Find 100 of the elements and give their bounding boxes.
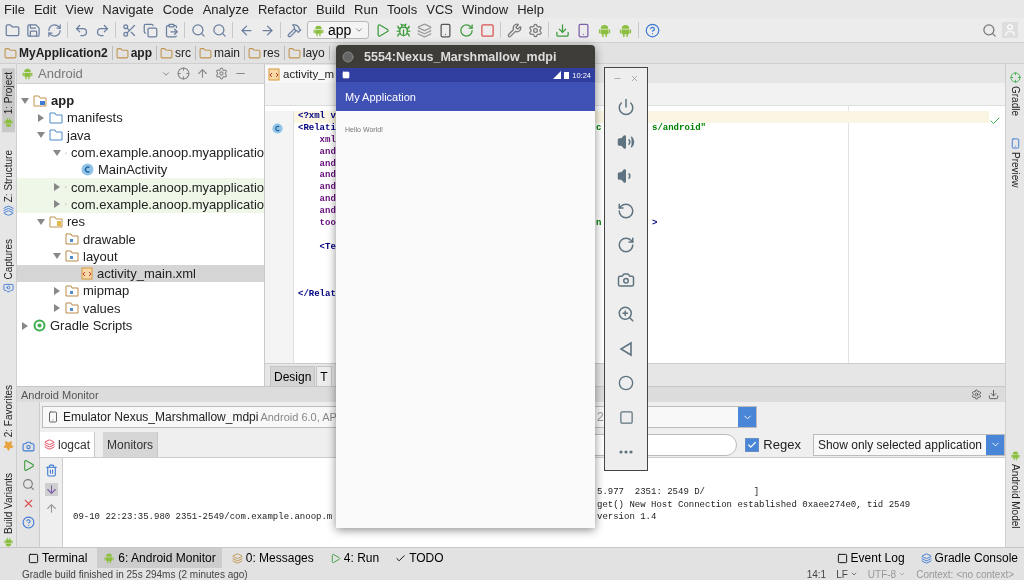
cut-icon[interactable] — [121, 22, 137, 38]
search-icon[interactable] — [21, 478, 35, 491]
monitor-tab[interactable]: logcat — [40, 432, 96, 457]
tree-item[interactable]: com.example.anoop.myapplicatio — [17, 178, 264, 196]
expanded-arrow-icon[interactable] — [37, 217, 45, 226]
monitor-tab[interactable]: Monitors — [103, 432, 159, 457]
tool-window-button[interactable]: 6: Android Monitor — [97, 548, 222, 568]
android-monitor-icon[interactable] — [596, 22, 613, 38]
menu-item[interactable]: Code — [162, 1, 194, 17]
back-icon[interactable] — [238, 22, 254, 38]
save-icon[interactable] — [25, 22, 41, 38]
menu-item[interactable]: VCS — [426, 1, 453, 17]
expanded-arrow-icon[interactable] — [21, 96, 29, 105]
menu-item[interactable]: Navigate — [102, 1, 154, 17]
tree-item[interactable]: res — [17, 213, 264, 231]
tool-window-tab[interactable]: Android Model — [1008, 445, 1022, 533]
help-icon[interactable] — [21, 516, 35, 529]
android-icon[interactable] — [617, 22, 634, 38]
open-folder-icon[interactable] — [4, 22, 20, 38]
tool-window-tab[interactable]: 1: Project — [1, 68, 15, 133]
stop-icon[interactable] — [479, 22, 496, 38]
breadcrumb[interactable]: MyApplication2 — [4, 46, 113, 60]
settings-icon[interactable] — [215, 67, 228, 80]
editor-mode-tab[interactable]: T — [316, 366, 332, 386]
apply-changes-icon[interactable] — [458, 22, 475, 38]
forward-icon[interactable] — [259, 22, 275, 38]
menu-item[interactable]: Analyze — [202, 1, 249, 17]
menu-item[interactable]: Edit — [33, 1, 57, 17]
signal-icon — [553, 71, 562, 79]
up-icon[interactable] — [44, 502, 58, 515]
breadcrumb[interactable]: src — [160, 46, 197, 60]
tree-item[interactable]: Gradle Scripts — [17, 316, 264, 335]
menu-item[interactable]: Run — [354, 1, 378, 17]
menu-item[interactable]: Window — [461, 1, 509, 17]
tool-window-tab[interactable]: Build Variants — [1, 469, 15, 553]
expanded-arrow-icon[interactable] — [53, 252, 61, 261]
collapsed-arrow-icon[interactable] — [37, 113, 45, 122]
help-icon[interactable] — [644, 22, 661, 38]
build-icon[interactable] — [286, 22, 302, 38]
tree-item[interactable]: activity_main.xml — [17, 264, 264, 283]
settings-icon[interactable] — [506, 22, 523, 38]
line-separator-selector[interactable]: LF — [836, 568, 858, 580]
close-icon[interactable] — [630, 74, 639, 83]
tool-window-tab[interactable]: 2: Favorites — [1, 381, 15, 456]
tool-window-tab[interactable]: Preview — [1008, 134, 1022, 192]
avd-manager-icon[interactable] — [575, 22, 592, 38]
collapsed-arrow-icon[interactable] — [21, 321, 29, 330]
menu-item[interactable]: Help — [517, 1, 544, 17]
tree-item[interactable]: mipmap — [17, 282, 264, 300]
breadcrumb[interactable]: app — [115, 46, 158, 60]
menu-item[interactable]: File — [4, 1, 25, 17]
tool-window-button[interactable]: Gradle Console — [914, 548, 1024, 568]
window-close-icon[interactable] — [342, 50, 354, 63]
breadcrumb[interactable]: layo — [287, 46, 330, 60]
menu-item[interactable]: Refactor — [257, 1, 308, 17]
menu-item[interactable]: Build — [316, 1, 345, 17]
search-icon[interactable] — [981, 22, 997, 38]
tool-window-button[interactable]: TODO — [389, 548, 450, 568]
copy-icon[interactable] — [142, 22, 158, 38]
regex-checkbox[interactable]: Regex — [745, 437, 801, 452]
screenshot-icon[interactable] — [21, 440, 35, 453]
debug-icon[interactable] — [395, 22, 412, 38]
settings-icon[interactable] — [971, 389, 982, 400]
tool-window-button[interactable]: Terminal — [22, 548, 94, 568]
paste-icon[interactable] — [163, 22, 179, 38]
tree-item[interactable]: values — [17, 299, 264, 317]
menu-item[interactable]: Tools — [386, 1, 418, 17]
tree-item[interactable]: manifests — [17, 109, 264, 127]
tool-window-button[interactable]: 0: Messages — [225, 548, 320, 568]
tree-item[interactable]: MainActivity — [17, 161, 264, 179]
folder-icon — [49, 129, 63, 142]
tree-item[interactable]: layout — [17, 247, 264, 265]
caret-position[interactable]: 14:1 — [806, 568, 827, 580]
clear-log-icon[interactable] — [44, 464, 58, 477]
tool-window-tab[interactable]: Gradle — [1008, 68, 1022, 120]
locate-icon[interactable] — [177, 67, 190, 80]
tree-item[interactable]: app — [17, 92, 264, 110]
attach-device-icon[interactable] — [437, 22, 454, 38]
tool-window-tab[interactable]: Z: Structure — [1, 146, 15, 221]
tool-window-tab[interactable]: Captures — [1, 234, 15, 298]
menu-item[interactable]: View — [65, 1, 94, 17]
undo-icon[interactable] — [73, 22, 89, 38]
filter-dropdown[interactable]: Show only selected application — [812, 433, 1005, 456]
run-icon[interactable] — [374, 22, 391, 38]
scroll-end-icon[interactable] — [44, 483, 58, 496]
redo-icon[interactable] — [94, 22, 110, 38]
sdk-manager-icon[interactable] — [554, 22, 571, 38]
replace-icon[interactable] — [211, 22, 227, 38]
sync-icon[interactable] — [46, 22, 62, 38]
search-icon[interactable] — [190, 22, 206, 38]
breadcrumb[interactable]: main — [199, 46, 246, 60]
editor-mode-tab[interactable]: Design — [270, 366, 316, 386]
breadcrumb[interactable]: res — [248, 46, 285, 60]
tree-item[interactable]: drawable — [17, 230, 264, 248]
tree-item[interactable]: com.example.anoop.myapplicatio — [17, 143, 264, 162]
project-structure-icon[interactable] — [527, 22, 544, 38]
run-configuration-dropdown[interactable]: app — [307, 21, 370, 39]
tree-item[interactable]: java — [17, 126, 264, 144]
tool-window-button[interactable]: 4: Run — [323, 548, 386, 568]
tool-window-button[interactable]: Event Log — [830, 548, 911, 568]
